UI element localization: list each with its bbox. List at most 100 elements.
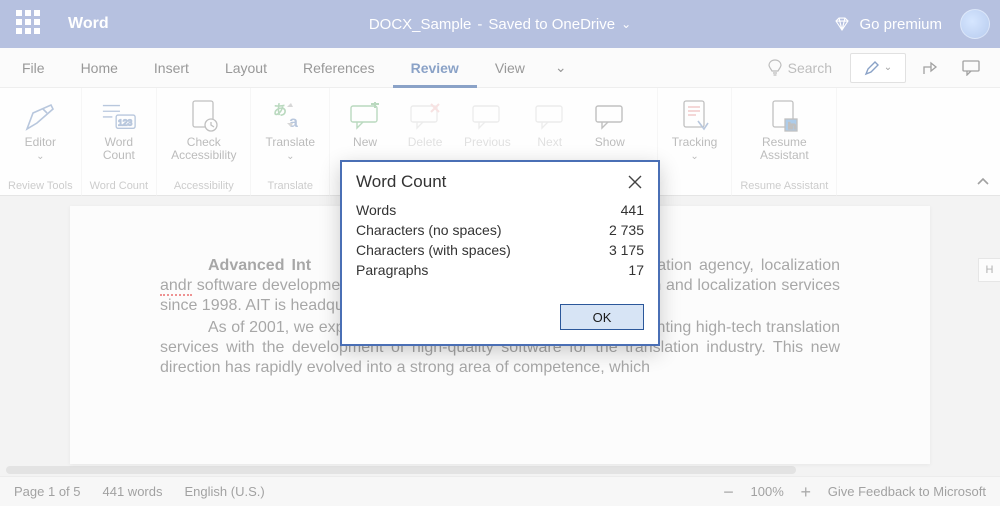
- app-launcher-icon[interactable]: [16, 10, 44, 38]
- search-placeholder: Search: [788, 60, 832, 76]
- ok-button[interactable]: OK: [560, 304, 644, 330]
- word-count-row-chars-ns: Characters (no spaces) 2 735: [356, 220, 644, 240]
- new-comment-button[interactable]: New: [338, 94, 392, 153]
- zoom-in-button[interactable]: +: [798, 483, 814, 501]
- group-resume-assistant: in Resume Assistant Resume Assistant: [732, 88, 837, 196]
- share-button[interactable]: [916, 53, 946, 83]
- tab-insert[interactable]: Insert: [136, 48, 207, 88]
- wc-paragraphs-value: 17: [628, 262, 644, 278]
- translate-button[interactable]: あa Translate⌄: [259, 94, 321, 167]
- tracking-icon: [677, 98, 713, 134]
- check-accessibility-button[interactable]: Check Accessibility: [165, 94, 242, 166]
- lightbulb-icon: [768, 59, 782, 77]
- translate-icon: あa: [272, 98, 308, 134]
- wc-words-value: 441: [621, 202, 644, 218]
- diamond-icon: [833, 15, 851, 33]
- resume-assistant-button[interactable]: in Resume Assistant: [754, 94, 815, 166]
- word-count-dialog: Word Count Words 441 Characters (no spac…: [340, 160, 660, 346]
- previous-comment-button: Previous: [458, 94, 517, 153]
- wc-paragraphs-label: Paragraphs: [356, 262, 428, 278]
- status-bar: Page 1 of 5 441 words English (U.S.) − 1…: [0, 476, 1000, 506]
- tab-view[interactable]: View: [477, 48, 543, 88]
- editor-label: Editor: [25, 135, 56, 149]
- go-premium-button[interactable]: Go premium: [833, 15, 942, 33]
- svg-text:in: in: [788, 121, 796, 131]
- group-translate: あa Translate⌄ Translate: [251, 88, 330, 196]
- group-word-count: 123 Word Count Word Count: [82, 88, 158, 196]
- chevron-down-icon: ⌄: [884, 62, 892, 73]
- accessibility-icon: [186, 98, 222, 134]
- tab-layout[interactable]: Layout: [207, 48, 285, 88]
- tab-home[interactable]: Home: [63, 48, 136, 88]
- go-premium-label: Go premium: [859, 16, 942, 33]
- new-comment-icon: [347, 98, 383, 134]
- show-comments-icon: [592, 98, 628, 134]
- feedback-link[interactable]: Give Feedback to Microsoft: [828, 484, 986, 499]
- delete-comment-button: Delete: [398, 94, 452, 153]
- show-comments-button[interactable]: Show: [583, 94, 637, 153]
- group-label-word-count: Word Count: [90, 176, 149, 196]
- dialog-title: Word Count: [356, 172, 446, 192]
- status-language[interactable]: English (U.S.): [184, 484, 264, 499]
- document-name: DOCX_Sample: [369, 16, 472, 33]
- search-box[interactable]: Search: [760, 59, 840, 77]
- check-accessibility-label: Check Accessibility: [171, 136, 236, 162]
- header-footer-badge[interactable]: H: [978, 258, 1000, 282]
- previous-comment-label: Previous: [464, 136, 511, 149]
- svg-text:a: a: [289, 114, 298, 131]
- title-bar: Word DOCX_Sample - Saved to OneDrive ⌄ G…: [0, 0, 1000, 48]
- wc-words-label: Words: [356, 202, 396, 218]
- next-comment-label: Next: [537, 136, 562, 149]
- show-comments-label: Show: [595, 136, 625, 149]
- group-tracking: Tracking⌄: [658, 88, 733, 196]
- document-title[interactable]: DOCX_Sample - Saved to OneDrive ⌄: [369, 16, 631, 33]
- tab-review[interactable]: Review: [393, 48, 477, 88]
- word-count-button[interactable]: 123 Word Count: [92, 94, 146, 166]
- close-button[interactable]: [626, 173, 644, 191]
- next-comment-button: Next: [523, 94, 577, 153]
- wc-chars-ns-label: Characters (no spaces): [356, 222, 502, 238]
- word-count-row-paragraphs: Paragraphs 17: [356, 260, 644, 280]
- group-label-review-tools: Review Tools: [8, 176, 73, 196]
- comments-button[interactable]: [956, 53, 986, 83]
- group-label-resume: Resume Assistant: [740, 176, 828, 196]
- svg-text:123: 123: [118, 117, 132, 127]
- resume-icon: in: [766, 98, 802, 134]
- zoom-level[interactable]: 100%: [751, 484, 784, 499]
- status-words[interactable]: 441 words: [103, 484, 163, 499]
- word-count-row-chars-ws: Characters (with spaces) 3 175: [356, 240, 644, 260]
- word-count-row-words: Words 441: [356, 200, 644, 220]
- editor-button[interactable]: Editor⌄: [13, 94, 67, 167]
- spelling-error[interactable]: andr: [160, 277, 192, 296]
- new-comment-label: New: [353, 136, 377, 149]
- tab-file[interactable]: File: [4, 48, 63, 88]
- wc-chars-ws-label: Characters (with spaces): [356, 242, 511, 258]
- group-label-translate: Translate: [268, 176, 313, 196]
- chevron-up-icon: [976, 175, 990, 189]
- tracking-label: Tracking: [672, 135, 718, 149]
- ribbon-tabs: File Home Insert Layout References Revie…: [0, 48, 1000, 88]
- tab-overflow[interactable]: ⌄: [543, 48, 579, 88]
- editor-icon: [22, 98, 58, 134]
- group-review-tools: Editor⌄ Review Tools: [0, 88, 82, 196]
- previous-comment-icon: [469, 98, 505, 134]
- close-icon: [626, 173, 644, 191]
- word-count-icon: 123: [101, 98, 137, 134]
- app-name: Word: [68, 15, 109, 33]
- pencil-icon: [864, 60, 880, 76]
- status-page[interactable]: Page 1 of 5: [14, 484, 81, 499]
- editing-mode-button[interactable]: ⌄: [850, 53, 906, 83]
- tab-references[interactable]: References: [285, 48, 393, 88]
- delete-comment-icon: [407, 98, 443, 134]
- wc-chars-ns-value: 2 735: [609, 222, 644, 238]
- group-accessibility: Check Accessibility Accessibility: [157, 88, 251, 196]
- delete-comment-label: Delete: [408, 136, 443, 149]
- comment-icon: [962, 60, 980, 76]
- collapse-ribbon-button[interactable]: [976, 175, 990, 189]
- zoom-out-button[interactable]: −: [721, 483, 737, 501]
- horizontal-scrollbar[interactable]: [0, 464, 1000, 476]
- save-location: Saved to OneDrive: [488, 16, 615, 33]
- user-avatar[interactable]: [960, 9, 990, 39]
- next-comment-icon: [532, 98, 568, 134]
- tracking-button[interactable]: Tracking⌄: [666, 94, 724, 167]
